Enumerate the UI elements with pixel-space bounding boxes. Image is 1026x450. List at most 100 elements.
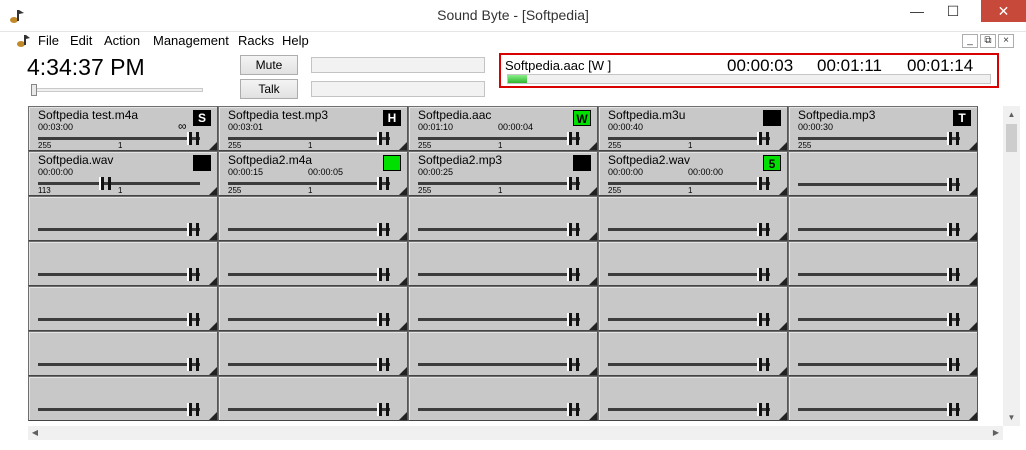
cart-volume-slider[interactable] xyxy=(798,408,960,411)
cart-volume-slider[interactable] xyxy=(798,137,960,140)
cart-slider-thumb[interactable] xyxy=(187,132,192,145)
cart-volume-slider[interactable] xyxy=(608,273,770,276)
cart-volume-slider[interactable] xyxy=(418,273,580,276)
cart-cell[interactable] xyxy=(28,376,218,421)
cart-cell[interactable] xyxy=(218,241,408,286)
master-slider[interactable] xyxy=(31,84,203,96)
cart-slider-thumb-right[interactable] xyxy=(108,177,111,190)
cart-slider-thumb-right[interactable] xyxy=(956,403,959,416)
cart-slider-thumb[interactable] xyxy=(757,177,762,190)
cart-cell[interactable] xyxy=(598,241,788,286)
menu-file[interactable]: File xyxy=(38,33,59,48)
cart-volume-slider[interactable] xyxy=(418,363,580,366)
cart-slider-thumb-right[interactable] xyxy=(386,313,389,326)
menu-racks[interactable]: Racks xyxy=(238,33,274,48)
cart-slider-thumb[interactable] xyxy=(377,223,382,236)
cart-slider-thumb[interactable] xyxy=(377,268,382,281)
cart-slider-thumb[interactable] xyxy=(947,268,952,281)
cart-slider-thumb-right[interactable] xyxy=(386,403,389,416)
cart-cell[interactable] xyxy=(408,196,598,241)
cart-volume-slider[interactable] xyxy=(418,182,580,185)
cart-slider-thumb[interactable] xyxy=(377,313,382,326)
cart-volume-slider[interactable] xyxy=(798,318,960,321)
scroll-right-icon[interactable]: ▶ xyxy=(989,426,1003,440)
cart-volume-slider[interactable] xyxy=(798,183,960,186)
cart-volume-slider[interactable] xyxy=(798,273,960,276)
cart-slider-thumb[interactable] xyxy=(757,132,762,145)
cart-slider-thumb-right[interactable] xyxy=(956,313,959,326)
cart-slider-thumb[interactable] xyxy=(187,358,192,371)
cart-cell[interactable] xyxy=(788,196,978,241)
cart-slider-thumb-right[interactable] xyxy=(766,223,769,236)
cart-slider-thumb-right[interactable] xyxy=(766,268,769,281)
cart-cell[interactable] xyxy=(408,241,598,286)
cart-cell[interactable] xyxy=(598,331,788,376)
cart-volume-slider[interactable] xyxy=(38,408,200,411)
cart-slider-thumb-right[interactable] xyxy=(386,132,389,145)
cart-slider-thumb[interactable] xyxy=(947,132,952,145)
cart-slider-thumb[interactable] xyxy=(377,358,382,371)
cart-slider-thumb-right[interactable] xyxy=(576,223,579,236)
cart-cell[interactable] xyxy=(788,286,978,331)
cart-slider-thumb-right[interactable] xyxy=(576,177,579,190)
cart-cell[interactable] xyxy=(598,196,788,241)
cart-volume-slider[interactable] xyxy=(608,363,770,366)
cart-slider-thumb-right[interactable] xyxy=(576,132,579,145)
cart-slider-thumb-right[interactable] xyxy=(956,268,959,281)
cart-slider-thumb-right[interactable] xyxy=(386,268,389,281)
cart-slider-thumb[interactable] xyxy=(187,268,192,281)
scroll-left-icon[interactable]: ◀ xyxy=(28,426,42,440)
cart-cell[interactable] xyxy=(788,151,978,196)
cart-cell[interactable] xyxy=(28,331,218,376)
cart-cell[interactable] xyxy=(788,331,978,376)
cart-slider-thumb[interactable] xyxy=(99,177,104,190)
cart-volume-slider[interactable] xyxy=(608,182,770,185)
cart-cell[interactable] xyxy=(408,376,598,421)
cart-volume-slider[interactable] xyxy=(228,137,390,140)
cart-slider-thumb[interactable] xyxy=(947,358,952,371)
cart-slider-thumb-right[interactable] xyxy=(576,313,579,326)
cart-volume-slider[interactable] xyxy=(228,408,390,411)
mute-button[interactable]: Mute xyxy=(240,55,298,75)
cart-cell[interactable]: Softpedia test.m4a 00:03:00 255 1 ∞ S xyxy=(28,106,218,151)
mdi-close-button[interactable]: × xyxy=(998,34,1014,48)
cart-slider-thumb-right[interactable] xyxy=(576,358,579,371)
cart-slider-thumb-right[interactable] xyxy=(196,223,199,236)
maximize-button[interactable]: ☐ xyxy=(938,0,968,22)
cart-volume-slider[interactable] xyxy=(38,318,200,321)
cart-slider-thumb[interactable] xyxy=(187,403,192,416)
cart-cell[interactable] xyxy=(218,331,408,376)
cart-slider-thumb[interactable] xyxy=(567,268,572,281)
cart-cell[interactable] xyxy=(788,241,978,286)
cart-slider-thumb-right[interactable] xyxy=(196,132,199,145)
cart-slider-thumb[interactable] xyxy=(757,358,762,371)
cart-slider-thumb-right[interactable] xyxy=(386,177,389,190)
cart-slider-thumb-right[interactable] xyxy=(386,223,389,236)
mdi-minimize-button[interactable]: _ xyxy=(962,34,978,48)
cart-volume-slider[interactable] xyxy=(228,273,390,276)
cart-cell[interactable] xyxy=(788,376,978,421)
cart-cell[interactable] xyxy=(408,331,598,376)
cart-cell[interactable] xyxy=(218,196,408,241)
cart-slider-thumb[interactable] xyxy=(567,223,572,236)
cart-slider-thumb-right[interactable] xyxy=(196,403,199,416)
cart-volume-slider[interactable] xyxy=(228,182,390,185)
cart-volume-slider[interactable] xyxy=(418,408,580,411)
cart-slider-thumb[interactable] xyxy=(947,403,952,416)
cart-volume-slider[interactable] xyxy=(418,137,580,140)
mdi-restore-button[interactable]: ⧉ xyxy=(980,34,996,48)
cart-volume-slider[interactable] xyxy=(608,408,770,411)
vertical-scrollbar[interactable]: ▲ ▼ xyxy=(1003,106,1020,426)
cart-slider-thumb-right[interactable] xyxy=(576,403,579,416)
cart-slider-thumb[interactable] xyxy=(377,177,382,190)
cart-volume-slider[interactable] xyxy=(608,318,770,321)
cart-slider-thumb-right[interactable] xyxy=(196,358,199,371)
cart-cell[interactable] xyxy=(28,196,218,241)
cart-slider-thumb-right[interactable] xyxy=(766,177,769,190)
cart-slider-thumb[interactable] xyxy=(567,177,572,190)
cart-slider-thumb-right[interactable] xyxy=(766,403,769,416)
scroll-up-icon[interactable]: ▲ xyxy=(1003,106,1020,123)
cart-slider-thumb-right[interactable] xyxy=(196,313,199,326)
document-icon[interactable] xyxy=(16,33,32,49)
cart-slider-thumb[interactable] xyxy=(187,313,192,326)
